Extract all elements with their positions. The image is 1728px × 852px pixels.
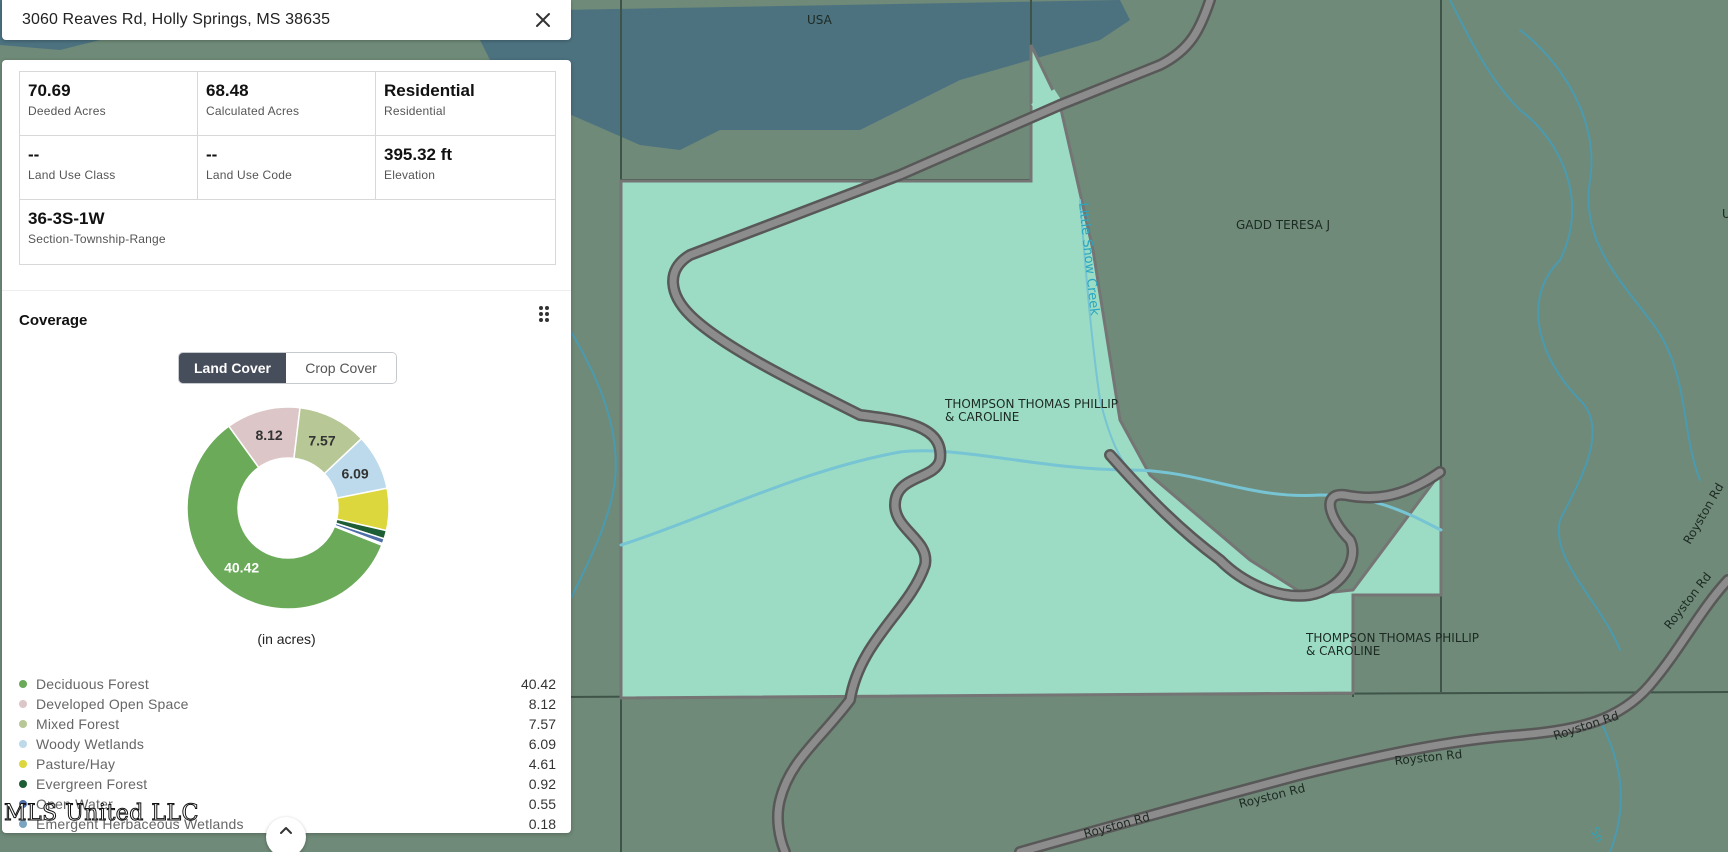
donut-slice-label: 8.12 <box>255 427 282 443</box>
map-label-edge: U <box>1722 207 1728 221</box>
drag-dots-icon <box>539 306 549 322</box>
land-use-class-value: -- <box>28 145 40 164</box>
legend-dot <box>19 700 27 708</box>
units-label: (in acres) <box>257 631 316 647</box>
map-label-owner: GADD TERESA J <box>1236 218 1331 232</box>
land-use-code-value: -- <box>206 145 218 164</box>
legend-dot <box>19 740 27 748</box>
legend-dot <box>19 680 27 688</box>
cover-type-toggle: Land Cover Crop Cover <box>178 352 397 384</box>
map-label-owner: THOMPSON THOMAS PHILLIP & CAROLINE <box>945 398 1118 424</box>
legend-item: Mixed Forest 7.57 <box>19 714 556 734</box>
legend-value: 0.55 <box>528 796 556 812</box>
property-panel: 70.69 Deeded Acres 68.48 Calculated Acre… <box>2 60 571 833</box>
close-button[interactable] <box>531 8 555 32</box>
expand-panel-button[interactable] <box>266 817 306 852</box>
legend-value: 8.12 <box>528 696 556 712</box>
zoning-value: Residential <box>384 81 475 100</box>
owner-line: & CAROLINE <box>1306 644 1381 658</box>
donut-slice-label: 6.09 <box>341 465 368 481</box>
property-row: 70.69 Deeded Acres 68.48 Calculated Acre… <box>20 72 555 136</box>
legend-dot <box>19 720 27 728</box>
legend-item: Deciduous Forest 40.42 <box>19 674 556 694</box>
property-row: 36-3S-1W Section-Township-Range <box>20 200 555 264</box>
watermark: MLS United LLC <box>4 801 199 827</box>
zoning-cell: Residential Residential <box>376 72 555 135</box>
property-details-grid: 70.69 Deeded Acres 68.48 Calculated Acre… <box>19 71 556 265</box>
land-use-code-label: Land Use Code <box>206 168 292 182</box>
donut-slice-label: 7.57 <box>308 433 335 449</box>
legend-item: Pasture/Hay 4.61 <box>19 754 556 774</box>
address-search-bar[interactable]: 3060 Reaves Rd, Holly Springs, MS 38635 <box>2 0 571 40</box>
section-township-range-cell: 36-3S-1W Section-Township-Range <box>20 200 555 264</box>
section-divider <box>2 290 571 291</box>
map-label-owner: THOMPSON THOMAS PHILLIP & CAROLINE <box>1306 632 1479 658</box>
legend-item: Developed Open Space 8.12 <box>19 694 556 714</box>
elevation-value: 395.32 ft <box>384 145 453 164</box>
legend-label: Mixed Forest <box>36 716 120 732</box>
deeded-acres-label: Deeded Acres <box>28 104 106 118</box>
legend-value: 6.09 <box>528 736 556 752</box>
tab-crop-cover[interactable]: Crop Cover <box>286 353 396 383</box>
calculated-acres-value: 68.48 <box>206 81 249 100</box>
legend-value: 7.57 <box>528 716 556 732</box>
legend-dot <box>19 760 27 768</box>
elevation-label: Elevation <box>384 168 436 182</box>
land-cover-donut-chart: 40.42 8.12 7.57 6.09 <box>186 406 390 610</box>
str-label: Section-Township-Range <box>28 232 166 246</box>
donut-slice-label: 40.42 <box>224 560 259 576</box>
map-label-country: USA <box>807 13 832 27</box>
legend-value: 0.18 <box>528 816 556 832</box>
deeded-acres-value: 70.69 <box>28 81 71 100</box>
legend-value: 40.42 <box>520 676 556 692</box>
legend-value: 4.61 <box>528 756 556 772</box>
zoning-label: Residential <box>384 104 446 118</box>
drag-handle[interactable] <box>534 302 554 326</box>
str-value: 36-3S-1W <box>28 209 105 228</box>
land-use-class-cell: -- Land Use Class <box>20 136 198 199</box>
coverage-title: Coverage <box>19 312 88 329</box>
property-row: -- Land Use Class -- Land Use Code 395.3… <box>20 136 555 200</box>
legend-item: Evergreen Forest 0.92 <box>19 774 556 794</box>
chevron-up-icon <box>280 827 292 834</box>
owner-line: & CAROLINE <box>945 410 1020 424</box>
legend-label: Developed Open Space <box>36 696 189 712</box>
calculated-acres-cell: 68.48 Calculated Acres <box>198 72 376 135</box>
land-use-class-label: Land Use Class <box>28 168 116 182</box>
tab-land-cover[interactable]: Land Cover <box>179 353 286 383</box>
land-use-code-cell: -- Land Use Code <box>198 136 376 199</box>
legend-value: 0.92 <box>528 776 556 792</box>
address-text: 3060 Reaves Rd, Holly Springs, MS 38635 <box>22 11 331 28</box>
legend-dot <box>19 780 27 788</box>
deeded-acres-cell: 70.69 Deeded Acres <box>20 72 198 135</box>
legend-label: Pasture/Hay <box>36 756 116 772</box>
elevation-cell: 395.32 ft Elevation <box>376 136 555 199</box>
legend-item: Woody Wetlands 6.09 <box>19 734 556 754</box>
close-icon <box>536 13 550 27</box>
legend-label: Deciduous Forest <box>36 676 149 692</box>
legend-label: Evergreen Forest <box>36 776 148 792</box>
calculated-acres-label: Calculated Acres <box>206 104 300 118</box>
legend-label: Woody Wetlands <box>36 736 145 752</box>
